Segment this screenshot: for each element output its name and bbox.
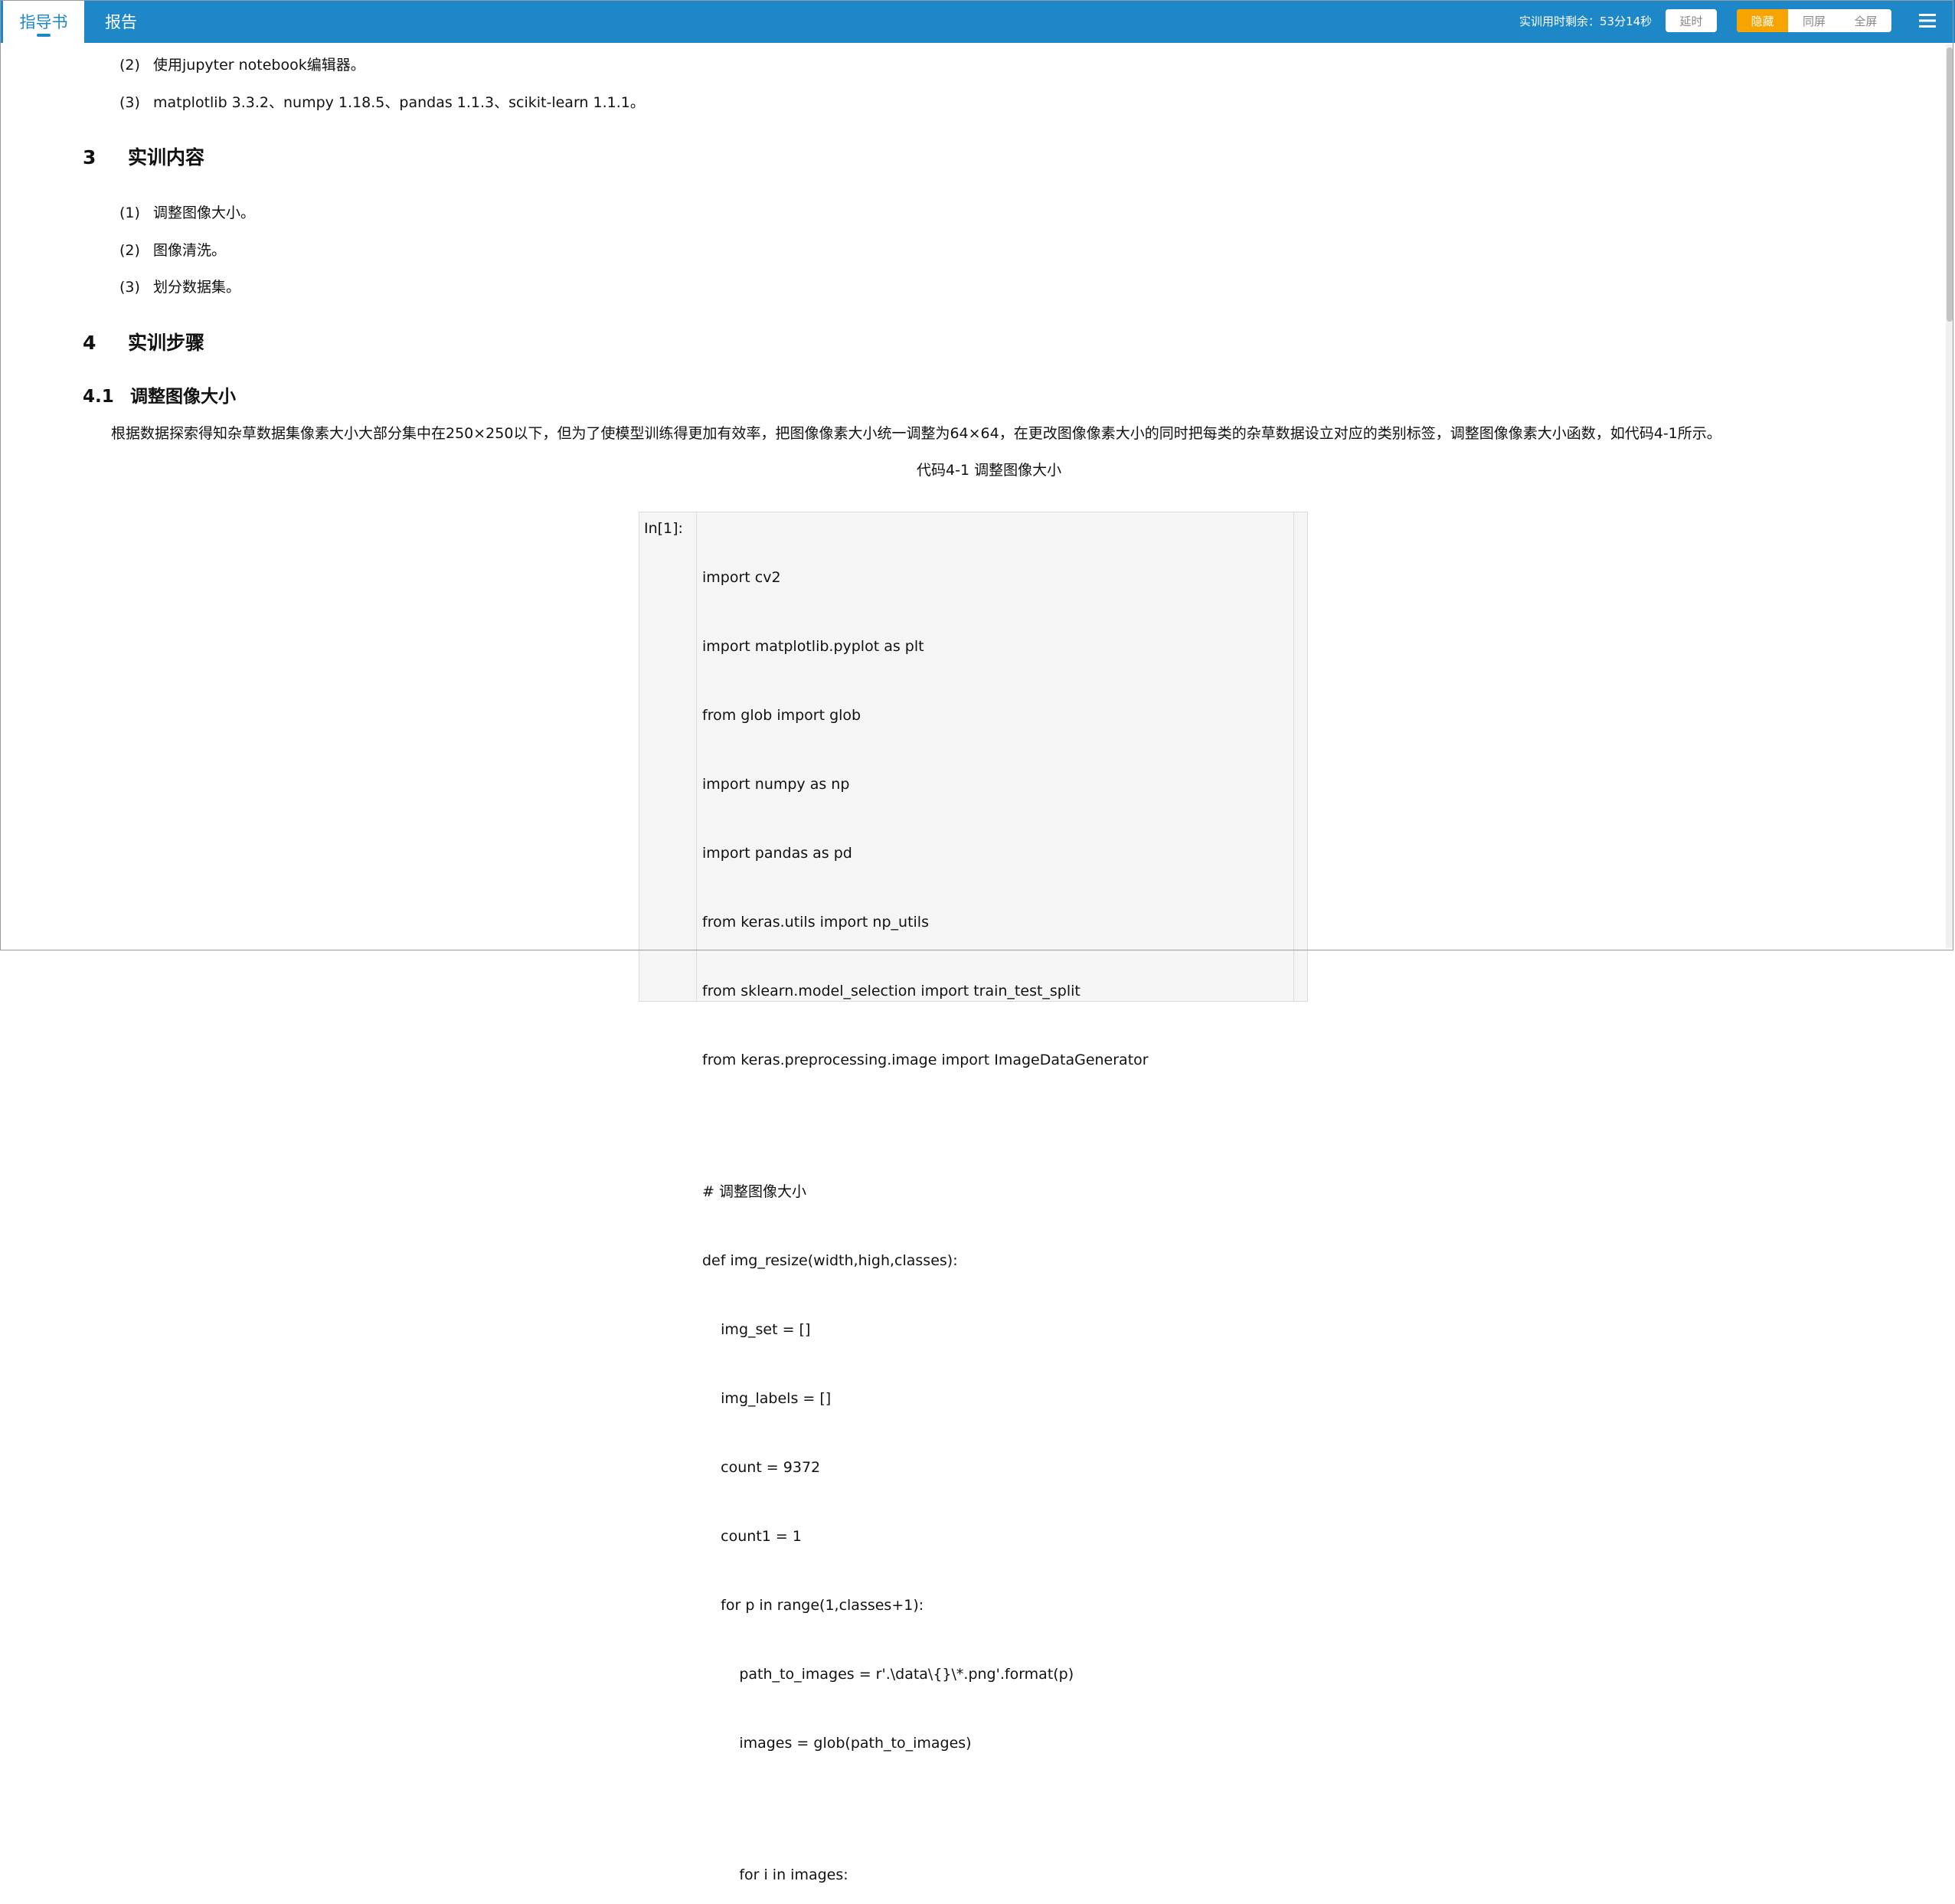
- section-title: 实训步骤: [128, 332, 205, 354]
- view-mode-hide-button[interactable]: 隐藏: [1737, 9, 1789, 32]
- code-cell: In[1]: import cv2 import matplotlib.pypl…: [639, 512, 1308, 1883]
- list-item-text: 使用jupyter notebook编辑器。: [153, 57, 365, 74]
- section-number: 3: [83, 146, 96, 168]
- code-line: count1 = 1: [702, 1528, 802, 1545]
- tab-guide-label: 指导书: [19, 13, 68, 31]
- list-item-number: (3): [119, 94, 140, 111]
- code-line: img_labels = []: [702, 1390, 832, 1407]
- code-line: path_to_images = r'.\data\{}\*.png'.form…: [702, 1666, 1074, 1683]
- code-text: import cv2 import matplotlib.pyplot as p…: [702, 520, 1149, 1904]
- extend-time-button[interactable]: 延时: [1666, 9, 1717, 32]
- section-number: 4: [83, 332, 96, 354]
- subsection-title: 调整图像大小: [130, 387, 236, 407]
- code-line: def img_resize(width,high,classes):: [702, 1252, 958, 1269]
- code-line: import cv2: [702, 569, 781, 586]
- list-item: (3) matplotlib 3.3.2、numpy 1.18.5、pandas …: [119, 91, 645, 112]
- code-line: import matplotlib.pyplot as plt: [702, 638, 924, 655]
- section-title: 实训内容: [128, 146, 205, 168]
- code-line: # 调整图像大小: [702, 1183, 806, 1200]
- view-mode-switch: 隐藏 同屏 全屏: [1737, 9, 1891, 32]
- list-item: (2) 使用jupyter notebook编辑器。: [119, 54, 365, 74]
- subsection-number: 4.1: [83, 387, 114, 407]
- tab-report[interactable]: 报告: [84, 0, 158, 43]
- top-bar: 指导书 报告 实训用时剩余：53分14秒 延时 隐藏 同屏 全屏: [0, 0, 1955, 43]
- code-gutter-divider: [696, 512, 697, 1001]
- list-item-number: (1): [119, 204, 140, 221]
- subsection-heading: 4.1 调整图像大小: [83, 381, 236, 407]
- code-right-divider: [1293, 512, 1294, 1001]
- code-line: from glob import glob: [702, 707, 861, 724]
- list-item-text: 调整图像大小。: [153, 204, 256, 221]
- remaining-time-text: 实训用时剩余：53分14秒: [1519, 15, 1653, 28]
- guide-document: (2) 使用jupyter notebook编辑器。 (3) matplotlib …: [0, 43, 1955, 1883]
- active-tab-indicator: [37, 34, 51, 37]
- list-item-number: (2): [119, 57, 140, 74]
- code-line: img_set = []: [702, 1321, 811, 1338]
- list-item: (2) 图像清洗。: [119, 239, 226, 260]
- body-paragraph: 根据数据探索得知杂草数据集像素大小大部分集中在250×250以下，但为了使模型训…: [111, 425, 1721, 442]
- code-caption: 代码4-1 调整图像大小: [917, 462, 1062, 479]
- code-line: from keras.utils import np_utils: [702, 914, 929, 931]
- menu-icon[interactable]: [1917, 11, 1937, 31]
- code-line: from keras.preprocessing.image import Im…: [702, 1052, 1149, 1068]
- tab-guide[interactable]: 指导书: [3, 0, 84, 43]
- list-item-number: (2): [119, 242, 140, 259]
- code-line: import pandas as pd: [702, 845, 852, 862]
- code-line: count = 9372: [702, 1459, 821, 1476]
- view-mode-split-button[interactable]: 同屏: [1788, 9, 1839, 32]
- code-line: for i in images:: [702, 1866, 848, 1883]
- list-item-text: matplotlib 3.3.2、numpy 1.18.5、pandas 1.1…: [153, 94, 645, 111]
- code-prompt: In[1]:: [644, 520, 683, 537]
- scrollbar-thumb[interactable]: [1947, 47, 1953, 322]
- list-item-text: 划分数据集。: [153, 279, 241, 296]
- code-line: import numpy as np: [702, 776, 850, 793]
- section-heading: 3 实训内容: [83, 142, 204, 170]
- code-line: from sklearn.model_selection import trai…: [702, 983, 1080, 999]
- list-item-number: (3): [119, 279, 140, 296]
- section-heading: 4 实训步骤: [83, 328, 204, 355]
- list-item-text: 图像清洗。: [153, 242, 227, 259]
- code-line: images = glob(path_to_images): [702, 1735, 972, 1752]
- view-mode-fullscreen-button[interactable]: 全屏: [1840, 9, 1891, 32]
- code-line: for p in range(1,classes+1):: [702, 1597, 924, 1614]
- list-item: (1) 调整图像大小。: [119, 201, 255, 222]
- list-item: (3) 划分数据集。: [119, 276, 240, 296]
- tab-report-label: 报告: [105, 13, 137, 31]
